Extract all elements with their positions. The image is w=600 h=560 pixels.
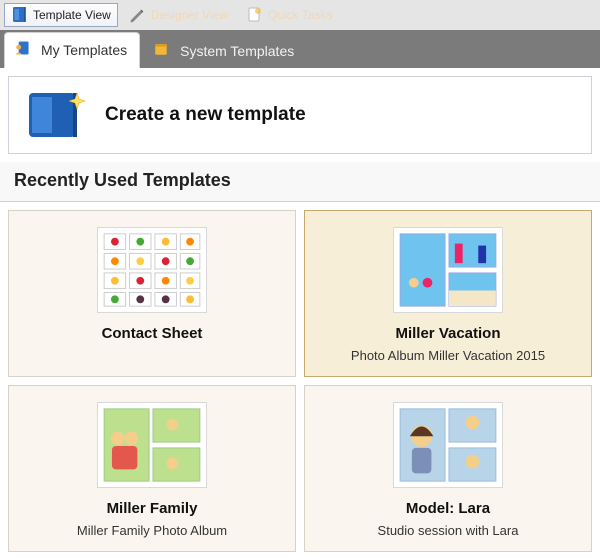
quick-tasks-button[interactable]: Quick Tasks: [239, 3, 339, 27]
tab-label: System Templates: [180, 43, 294, 59]
template-name: Miller Vacation: [317, 325, 579, 342]
template-thumb: [97, 402, 207, 488]
template-card-contact-sheet[interactable]: Contact Sheet: [8, 210, 296, 377]
templates-grid: Contact Sheet Miller Vacation Photo Albu…: [0, 202, 600, 560]
tab-my-templates[interactable]: My Templates: [4, 32, 140, 68]
template-thumb: [97, 227, 207, 313]
recently-used-heading: Recently Used Templates: [0, 162, 600, 202]
page-icon: [246, 6, 264, 24]
top-toolbar: Template View Designer View Quick Tasks: [0, 0, 600, 30]
tab-system-templates[interactable]: System Templates: [144, 34, 306, 68]
pencil-icon: [129, 6, 147, 24]
create-new-template-banner[interactable]: Create a new template: [8, 76, 592, 154]
designer-view-button[interactable]: Designer View: [122, 3, 235, 27]
person-book-icon: [13, 39, 35, 61]
folder-book-icon: [152, 40, 174, 62]
template-name: Model: Lara: [317, 500, 579, 517]
book-icon: [11, 6, 29, 24]
quick-tasks-label: Quick Tasks: [268, 8, 332, 22]
template-thumb: [393, 402, 503, 488]
template-view-label: Template View: [33, 8, 111, 22]
template-name: Miller Family: [21, 500, 283, 517]
designer-view-label: Designer View: [151, 8, 228, 22]
new-template-icon: [23, 87, 87, 143]
template-thumb: [393, 227, 503, 313]
tab-bar: My Templates System Templates: [0, 30, 600, 68]
template-card-miller-family[interactable]: Miller Family Miller Family Photo Album: [8, 385, 296, 552]
tab-label: My Templates: [41, 42, 127, 58]
template-name: Contact Sheet: [21, 325, 283, 342]
template-view-button[interactable]: Template View: [4, 3, 118, 27]
template-card-miller-vacation[interactable]: Miller Vacation Photo Album Miller Vacat…: [304, 210, 592, 377]
template-desc: [21, 348, 283, 364]
create-new-template-title: Create a new template: [105, 104, 306, 126]
template-card-model-lara[interactable]: Model: Lara Studio session with Lara: [304, 385, 592, 552]
template-desc: Photo Album Miller Vacation 2015: [317, 348, 579, 364]
